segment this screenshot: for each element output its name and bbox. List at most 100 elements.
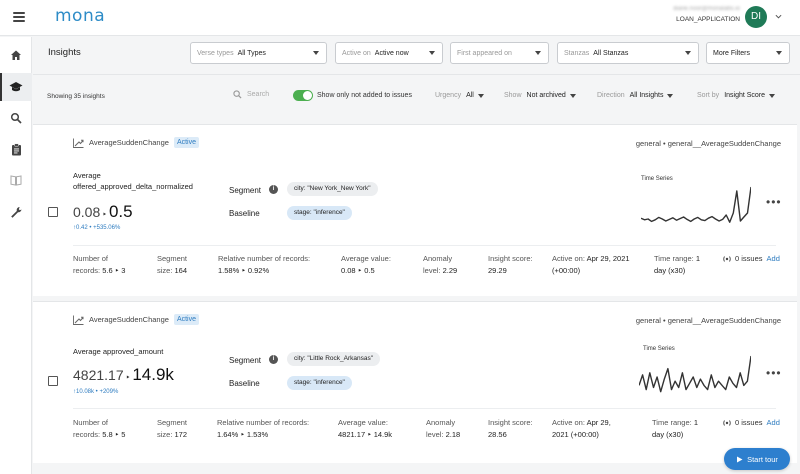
filter-value: All Types — [237, 49, 266, 57]
book-icon — [10, 175, 22, 186]
metric-name: Average approved_amount — [73, 346, 223, 357]
search-icon — [233, 90, 242, 99]
first-appeared-filter[interactable]: First appeared on — [450, 42, 549, 64]
more-options-icon[interactable]: ••• — [766, 366, 782, 380]
insight-card[interactable]: AverageSuddenChange Active general • gen… — [33, 124, 797, 296]
metric-line-1: Average approved_amount — [73, 347, 164, 356]
stat-time-range: Time range: 1 day (x30) — [652, 418, 699, 439]
direction-label: Direction — [597, 92, 625, 99]
arrow-right-icon: ‣ — [125, 373, 131, 382]
magnifier-icon — [10, 112, 22, 124]
stats-divider — [73, 408, 776, 409]
sparkline-path — [639, 355, 751, 393]
hamburger-menu-icon[interactable] — [13, 12, 25, 22]
stat-insight-score: Insight score: 28.56 — [488, 418, 533, 439]
caret-down-icon — [313, 51, 319, 55]
value-from: 4821.17 — [73, 367, 124, 383]
caret-down-icon — [569, 93, 576, 98]
insight-path: general • general__AverageSuddenChange — [635, 316, 781, 325]
not-added-toggle[interactable] — [293, 90, 313, 101]
stat-anomaly-level: Anomaly level: 2.18 — [426, 418, 461, 439]
arrow-right-icon: ‣ — [102, 210, 107, 219]
stat-average-value: Average value: 4821.17 ‣ 14.9k — [338, 418, 393, 439]
header-divider — [33, 74, 800, 75]
stat-relative-records: Relative number of records: 1.58% ‣ 0.92% — [218, 254, 311, 275]
sidebar-item-docs[interactable] — [0, 166, 32, 194]
baseline-chip: stage: "inference" — [287, 376, 352, 390]
info-icon[interactable]: i — [269, 185, 278, 194]
value-delta: ↑0.42 • +535.06% — [73, 225, 121, 231]
select-checkbox[interactable] — [48, 376, 58, 386]
filter-label: Stanzas — [564, 49, 590, 57]
value-delta: ↑10.08k • +209% — [73, 389, 119, 395]
filter-label: Verse types — [197, 49, 234, 57]
time-series-sparkline[interactable] — [641, 185, 751, 229]
avatar[interactable]: DI — [745, 6, 767, 28]
insight-type: AverageSuddenChange Active — [73, 314, 199, 325]
select-checkbox[interactable] — [48, 207, 58, 217]
user-org: LOAN_APPLICATION — [676, 16, 740, 23]
sort-value: Insight Score — [724, 92, 766, 99]
stat-average-value: Average value: 0.08 ‣ 0.5 — [341, 254, 391, 275]
stats-divider — [73, 245, 776, 246]
search-input[interactable]: Search — [233, 90, 269, 99]
search-placeholder: Search — [247, 91, 270, 98]
graduation-cap-icon — [9, 82, 23, 92]
baseline-label: Baseline — [229, 379, 260, 388]
sidebar-item-reports[interactable] — [0, 135, 32, 163]
sidebar-item-search[interactable] — [0, 104, 32, 132]
sidebar-item-insights[interactable] — [0, 73, 32, 101]
insight-path: general • general__AverageSuddenChange — [635, 139, 781, 148]
wrench-icon — [11, 207, 22, 218]
segment-chip: city: "New York_New York" — [287, 182, 378, 196]
start-tour-label: Start tour — [747, 454, 778, 464]
sort-select[interactable]: Sort by Insight Score — [697, 92, 776, 99]
baseline-chip: stage: "inference" — [287, 206, 352, 220]
metric-line-2: offered_approved_delta_normalized — [73, 182, 193, 191]
filter-label: Active on — [342, 49, 371, 57]
value-change: 0.08 ‣ 0.5 — [73, 202, 133, 222]
stat-active-on: Active on: Apr 29, 2021 (+00:00) — [552, 418, 611, 439]
issues-count: 0 issues — [735, 418, 763, 427]
filter-label: First appeared on — [457, 49, 512, 57]
filter-value: More Filters — [713, 49, 750, 57]
stanzas-filter[interactable]: Stanzas All Stanzas — [557, 42, 699, 64]
info-icon[interactable]: i — [269, 355, 278, 364]
sidebar-item-home[interactable] — [0, 41, 32, 69]
start-tour-button[interactable]: Start tour — [724, 448, 790, 470]
filter-value: Active now — [374, 49, 409, 57]
stat-active-on: Active on: Apr 29, 2021 (+00:00) — [552, 254, 630, 275]
time-series-label: Time Series — [643, 346, 675, 352]
urgency-select[interactable]: Urgency All — [435, 92, 484, 99]
user-email: diane.noor@monalabs.io — [673, 6, 740, 12]
broadcast-icon — [723, 255, 731, 262]
add-to-issue-link[interactable]: Add — [767, 254, 780, 263]
caret-down-icon — [477, 93, 484, 98]
trend-up-icon — [73, 138, 84, 148]
insight-card[interactable]: AverageSuddenChange Active general • gen… — [33, 301, 797, 463]
chevron-down-icon[interactable] — [775, 13, 782, 20]
add-to-issue-link[interactable]: Add — [767, 418, 780, 427]
sparkline-path — [641, 186, 751, 223]
stat-relative-records: Relative number of records: 1.64% ‣ 1.53% — [217, 418, 310, 439]
play-icon — [737, 456, 743, 462]
top-bar: mona diane.noor@monalabs.io LOAN_APPLICA… — [0, 0, 800, 36]
caret-down-icon — [776, 51, 782, 55]
active-on-filter[interactable]: Active on Active now — [335, 42, 443, 64]
caret-down-icon — [667, 93, 674, 98]
show-value: Not archived — [526, 92, 566, 99]
direction-value: All Insights — [629, 92, 664, 99]
time-series-sparkline[interactable] — [639, 354, 751, 400]
direction-select[interactable]: Direction All Insights — [597, 92, 674, 99]
value-from: 0.08 — [73, 204, 101, 220]
issues-info: 0 issues Add — [722, 254, 780, 263]
metric-name: Average offered_approved_delta_normalize… — [73, 170, 223, 192]
show-select[interactable]: Show Not archived — [504, 92, 576, 99]
app-logo[interactable]: mona — [55, 6, 105, 26]
more-filters-button[interactable]: More Filters — [706, 42, 790, 64]
insights-toolbar: Showing 35 insights Search Show only not… — [33, 84, 800, 108]
sidebar-item-settings[interactable] — [0, 198, 32, 226]
segment-label: Segment — [229, 186, 262, 195]
more-options-icon[interactable]: ••• — [766, 195, 782, 209]
verse-types-filter[interactable]: Verse types All Types — [190, 42, 327, 64]
